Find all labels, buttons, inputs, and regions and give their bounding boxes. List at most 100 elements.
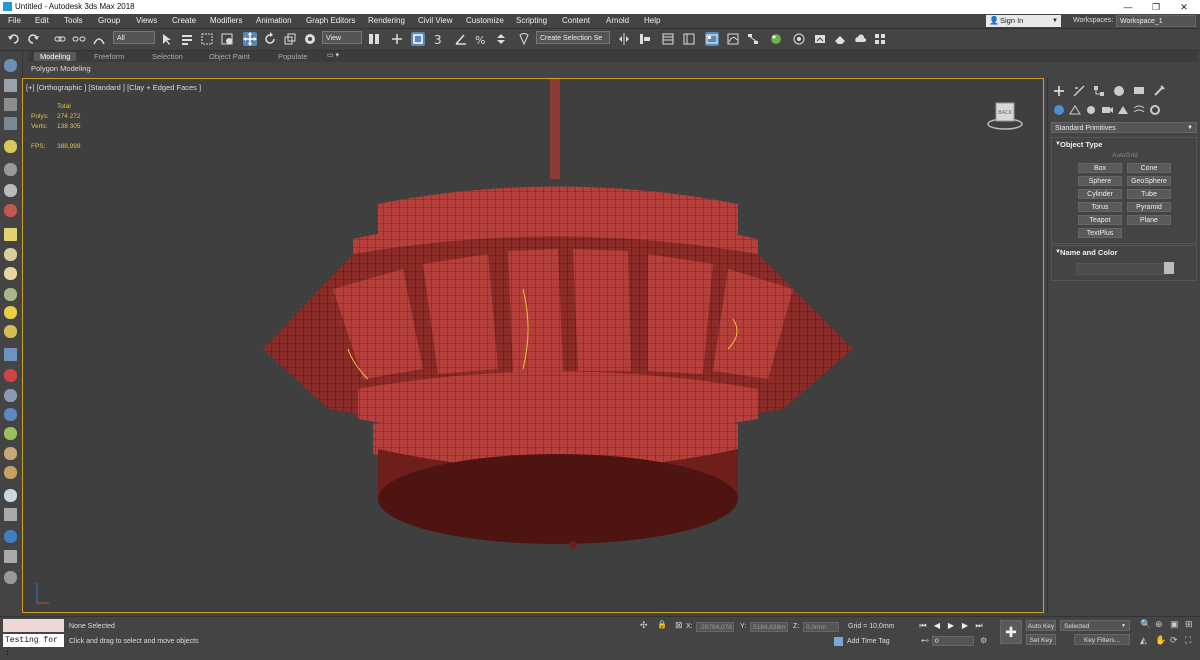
select-and-scale-icon[interactable] (283, 32, 297, 46)
bind-space-warp-icon[interactable] (92, 32, 106, 46)
menu-edit[interactable]: Edit (35, 16, 49, 25)
percent-snap-icon[interactable]: % (474, 32, 488, 46)
tube-button[interactable]: Tube (1127, 189, 1171, 199)
helpers-icon[interactable] (1116, 104, 1130, 116)
constraint-icon[interactable] (4, 389, 17, 402)
zoom-icon[interactable]: 🔍 (1140, 619, 1151, 630)
rendered-frame-window-icon[interactable] (813, 32, 827, 46)
key-selection-set-dropdown[interactable]: Selected ▼ (1060, 620, 1130, 631)
chandelier-model[interactable] (223, 79, 883, 579)
select-manipulate-icon[interactable] (390, 32, 404, 46)
light-icon[interactable] (4, 140, 17, 153)
next-frame-icon[interactable]: ▶ (960, 621, 970, 631)
cloth-icon[interactable] (4, 369, 17, 382)
object-name-input[interactable] (1076, 263, 1166, 275)
scene-explorer-icon[interactable] (4, 79, 17, 92)
menu-arnold[interactable]: Arnold (606, 16, 629, 25)
tab-selection[interactable]: Selection (152, 52, 183, 61)
reference-coordinate-dropdown[interactable]: View (322, 31, 362, 44)
display-icon[interactable] (4, 228, 17, 241)
teapot-button[interactable]: Teapot (1078, 215, 1122, 225)
viewport-layout-icon[interactable] (4, 59, 17, 72)
x-coordinate-field[interactable]: -20784,078 (696, 622, 734, 632)
geometry-icon[interactable] (1052, 104, 1066, 116)
add-time-tag[interactable]: Add Time Tag (847, 638, 890, 645)
pan-icon[interactable]: ✋ (1155, 635, 1166, 646)
curve-editor-icon[interactable] (726, 32, 740, 46)
cylinder-button[interactable]: Cylinder (1078, 189, 1122, 199)
time-tag-icon[interactable] (834, 637, 843, 646)
ribbon-toggle-icon[interactable] (705, 32, 719, 46)
shapes-icon[interactable] (1068, 104, 1082, 116)
shape-icon[interactable] (4, 288, 17, 301)
sphere-icon[interactable] (4, 267, 17, 280)
modify-tab-icon[interactable] (1072, 84, 1086, 98)
tab-populate[interactable]: Populate (278, 52, 308, 61)
restore-button[interactable]: ❐ (1142, 0, 1170, 14)
maxscript-mini-listener[interactable] (3, 619, 64, 632)
create-tab-icon[interactable] (1052, 84, 1066, 98)
object-type-header[interactable]: ▼ Object Type (1052, 138, 1196, 151)
menu-customize[interactable]: Customize (466, 16, 504, 25)
orbit-icon[interactable]: ⟳ (1170, 635, 1178, 646)
scene-explorer-icon[interactable] (661, 32, 675, 46)
list-icon[interactable] (4, 98, 17, 111)
menu-tools[interactable]: Tools (64, 16, 83, 25)
sign-in-button[interactable]: 👤 Sign In ▼ (986, 15, 1061, 27)
zoom-all-icon[interactable]: ⊕ (1155, 619, 1163, 630)
y-coordinate-field[interactable]: 5184,838m (750, 622, 788, 632)
field-of-view-icon[interactable]: ◭ (1140, 635, 1147, 646)
previous-frame-icon[interactable]: ◀ (932, 621, 942, 631)
current-frame-field[interactable]: 0 (932, 636, 974, 646)
textplus-button[interactable]: TextPlus (1078, 228, 1122, 238)
window-crossing-icon[interactable] (220, 32, 234, 46)
geosphere-button[interactable]: GeoSphere (1127, 176, 1171, 186)
sun-icon[interactable] (4, 306, 17, 319)
key-mode-icon[interactable]: ⊷ (921, 636, 929, 645)
edit-named-selection-icon[interactable] (517, 32, 531, 46)
set-key-button[interactable]: Set Key (1026, 634, 1056, 645)
place-object-icon[interactable] (303, 32, 317, 46)
tab-object-paint[interactable]: Object Paint (209, 52, 250, 61)
minimize-button[interactable]: — (1114, 0, 1142, 14)
menu-modifiers[interactable]: Modifiers (210, 16, 242, 25)
space-warps-icon[interactable] (1132, 104, 1146, 116)
particle-icon[interactable] (4, 348, 17, 361)
foliage-icon[interactable] (4, 427, 17, 440)
zoom-extents-all-icon[interactable]: ⊞ (1185, 619, 1193, 630)
menu-content[interactable]: Content (562, 16, 590, 25)
autogrid-checkbox[interactable]: AutoGrid (1052, 152, 1198, 159)
menu-group[interactable]: Group (98, 16, 120, 25)
isolate-selection-icon[interactable]: ✣ (640, 620, 648, 631)
angle-snap-icon[interactable] (454, 32, 468, 46)
layer-explorer-icon[interactable] (682, 32, 696, 46)
name-and-color-header[interactable]: ▼ Name and Color (1052, 246, 1196, 259)
menu-rendering[interactable]: Rendering (368, 16, 405, 25)
snaps-toggle-icon[interactable]: 3 (433, 32, 447, 46)
tab-freeform[interactable]: Freeform (94, 52, 124, 61)
display-tab-icon[interactable] (1132, 84, 1146, 98)
undo-icon[interactable] (7, 32, 21, 46)
object-properties-icon[interactable] (4, 508, 17, 521)
pivot-center-icon[interactable] (367, 32, 381, 46)
keyboard-shortcut-override-icon[interactable] (411, 32, 425, 46)
motion-tab-icon[interactable] (1112, 84, 1126, 98)
cameras-icon[interactable] (1100, 104, 1114, 116)
absolute-mode-icon[interactable]: ⊠ (675, 620, 683, 631)
viewport-label[interactable]: [+] [Orthographic ] [Standard ] [Clay + … (26, 83, 201, 92)
key-filters-button[interactable]: Key Filters... (1074, 634, 1130, 645)
utilities-tab-icon[interactable] (1152, 84, 1166, 98)
create-selection-set-dropdown[interactable]: Create Selection Se (536, 31, 610, 44)
torus-button[interactable]: Torus (1078, 202, 1122, 212)
viewport[interactable]: [+] [Orthographic ] [Standard ] [Clay + … (22, 78, 1044, 613)
globe-icon[interactable] (4, 408, 17, 421)
box-button[interactable]: Box (1078, 163, 1122, 173)
selection-lock-icon[interactable]: 🔒 (657, 620, 667, 629)
hierarchy-tab-icon[interactable] (1092, 84, 1106, 98)
close-button[interactable]: ✕ (1170, 0, 1198, 14)
lights-icon[interactable] (1084, 104, 1098, 116)
maxscript-input[interactable]: Testing for : (3, 634, 64, 658)
auto-key-button[interactable]: Auto Key (1026, 620, 1056, 631)
z-coordinate-field[interactable]: 0,0mm (803, 622, 839, 632)
go-to-end-icon[interactable]: ⏭ (974, 621, 984, 631)
